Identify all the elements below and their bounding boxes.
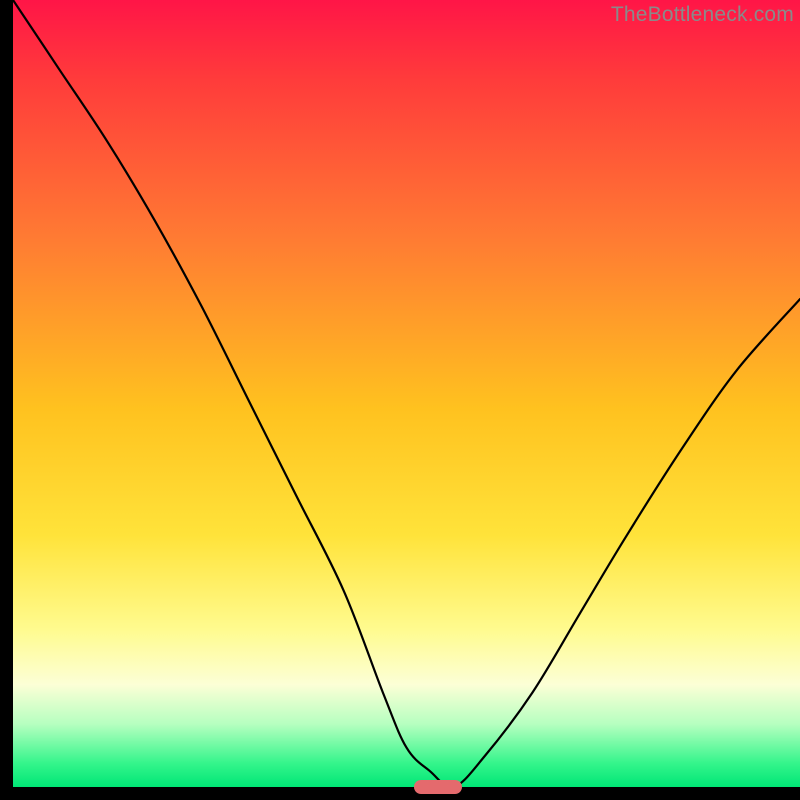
plot-outer	[13, 0, 800, 787]
minimum-marker	[414, 780, 462, 794]
bottleneck-curve	[13, 0, 800, 787]
chart-frame: TheBottleneck.com	[0, 0, 800, 800]
